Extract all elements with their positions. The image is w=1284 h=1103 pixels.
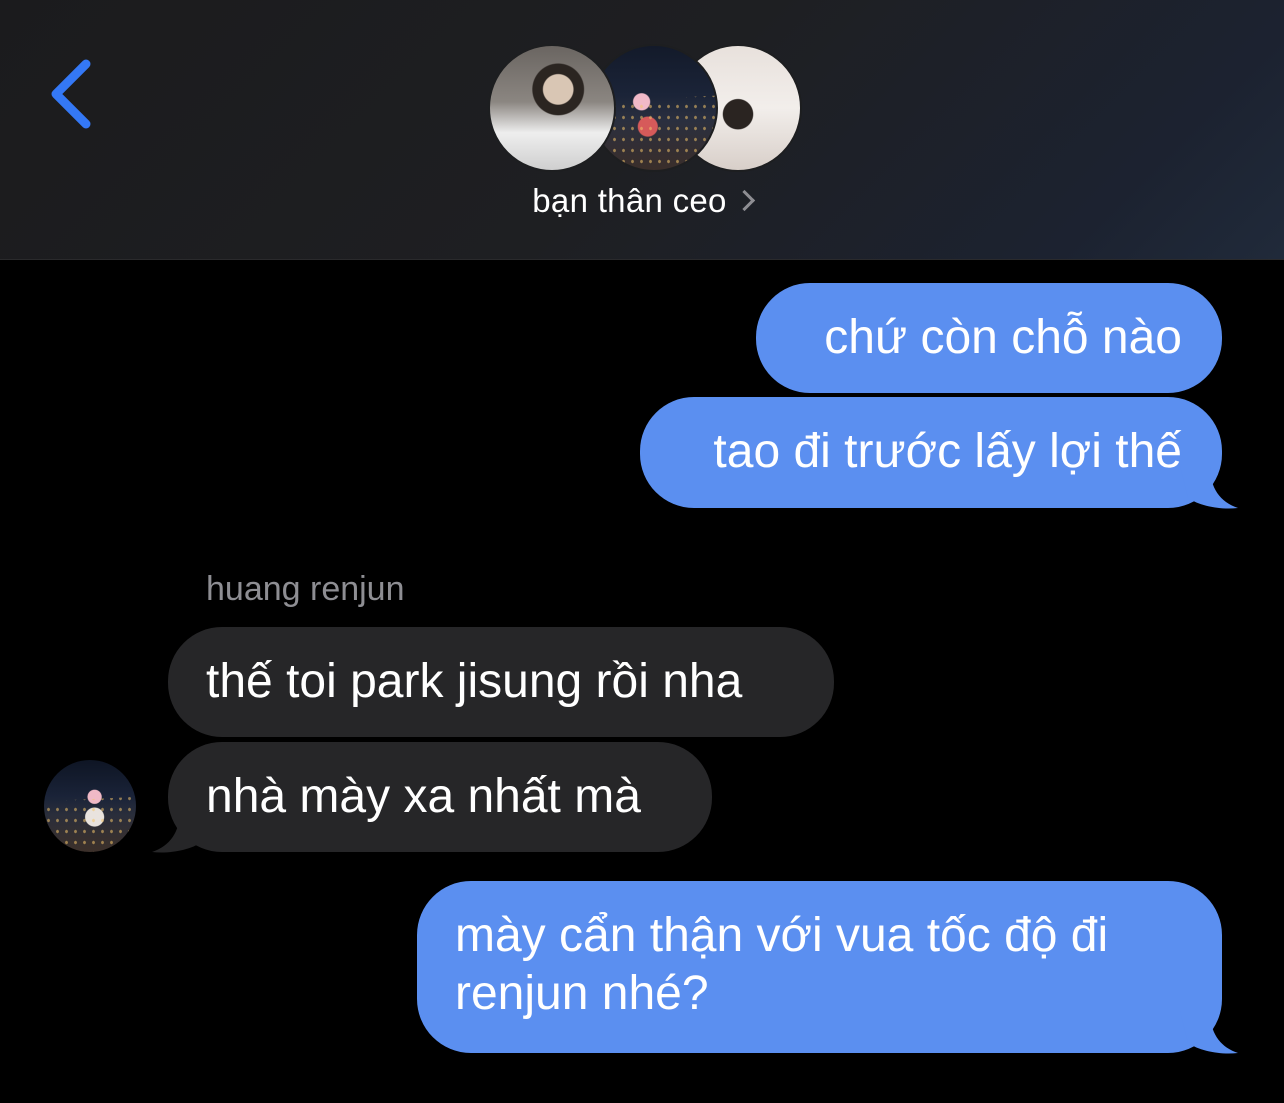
message-text: tao đi trước lấy lợi thế bbox=[713, 425, 1182, 478]
bubble-tail bbox=[1180, 1011, 1238, 1054]
chat-screen: bạn thân ceo chứ còn chỗ nào tao đi trướ… bbox=[0, 0, 1284, 1103]
member-avatar bbox=[488, 44, 616, 172]
message-bubble-outgoing[interactable]: chứ còn chỗ nào bbox=[756, 283, 1222, 393]
message-bubble-incoming[interactable]: nhà mày xa nhất mà bbox=[168, 742, 712, 852]
message-bubble-outgoing[interactable]: tao đi trước lấy lợi thế bbox=[640, 397, 1222, 508]
chevron-right-icon bbox=[733, 189, 755, 212]
back-button[interactable] bbox=[44, 56, 104, 132]
message-text: mày cẩn thận với vua tốc độ đi renjun nh… bbox=[455, 909, 1109, 1020]
message-text: thế toi park jisung rồi nha bbox=[206, 655, 743, 708]
group-name: bạn thân ceo bbox=[532, 182, 727, 219]
message-text: chứ còn chỗ nào bbox=[824, 311, 1182, 364]
message-bubble-incoming[interactable]: thế toi park jisung rồi nha bbox=[168, 627, 834, 737]
conversation-header: bạn thân ceo bbox=[0, 0, 1284, 260]
message-bubble-outgoing[interactable]: mày cẩn thận với vua tốc độ đi renjun nh… bbox=[417, 881, 1222, 1053]
bubble-tail bbox=[152, 810, 210, 853]
group-avatars[interactable] bbox=[488, 44, 802, 172]
group-name-button[interactable]: bạn thân ceo bbox=[0, 182, 1284, 220]
bubble-tail bbox=[1180, 466, 1238, 509]
chevron-left-icon bbox=[51, 59, 91, 129]
sender-name: huang renjun bbox=[206, 570, 405, 608]
sender-avatar[interactable] bbox=[44, 760, 136, 852]
message-text: nhà mày xa nhất mà bbox=[206, 770, 641, 823]
